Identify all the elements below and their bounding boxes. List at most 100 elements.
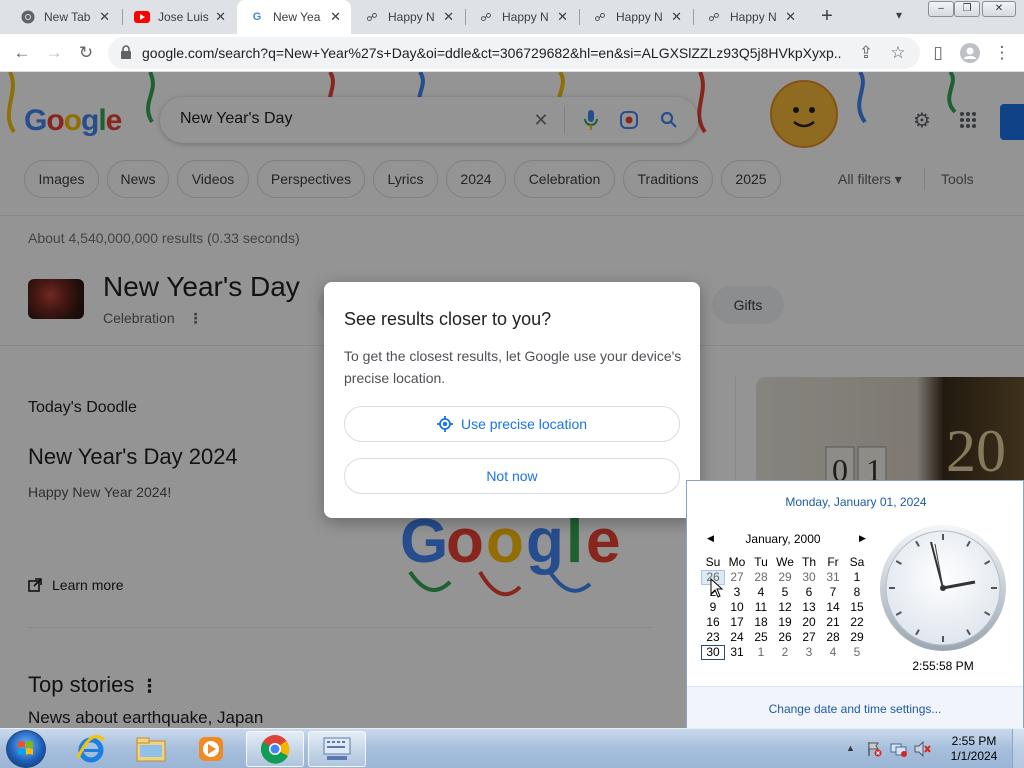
- forward-arrow-icon[interactable]: →: [42, 41, 66, 65]
- digital-clock-time: 2:55:58 PM: [912, 659, 974, 673]
- calendar-day[interactable]: 25: [749, 630, 773, 645]
- calendar-day[interactable]: 27: [797, 630, 821, 645]
- weekday-label: Fr: [827, 555, 839, 569]
- tab-happy-3[interactable]: ☍ Happy N ✕: [580, 0, 692, 34]
- close-tab-icon[interactable]: ✕: [443, 9, 454, 25]
- share-icon[interactable]: ⇪: [854, 41, 878, 65]
- calendar-day[interactable]: 3: [797, 645, 821, 660]
- calendar-day[interactable]: 28: [821, 630, 845, 645]
- weekday-label: Th: [801, 555, 816, 569]
- calendar-day[interactable]: 20: [797, 615, 821, 630]
- calendar-day[interactable]: 8: [845, 585, 869, 600]
- tab-search-chevron-icon[interactable]: ▾: [896, 8, 902, 22]
- calendar-day[interactable]: 10: [725, 600, 749, 615]
- tab-youtube[interactable]: Jose Luis ✕: [122, 0, 236, 34]
- change-date-time-settings-link[interactable]: Change date and time settings...: [687, 702, 1023, 716]
- tab-happy-1[interactable]: ☍ Happy N ✕: [352, 0, 464, 34]
- calendar-day[interactable]: 23: [701, 630, 725, 645]
- minimize-button[interactable]: –: [928, 1, 954, 17]
- calendar-day[interactable]: 5: [773, 585, 797, 600]
- close-tab-icon[interactable]: ✕: [671, 9, 682, 25]
- calendar-day[interactable]: 9: [701, 600, 725, 615]
- calendar-day[interactable]: 31: [821, 570, 845, 585]
- calendar-day[interactable]: 6: [797, 585, 821, 600]
- calendar-day[interactable]: 2: [773, 645, 797, 660]
- calendar-day[interactable]: 4: [749, 585, 773, 600]
- dialog-body: To get the closest results, let Google u…: [344, 348, 682, 386]
- action-center-flag-icon[interactable]: [866, 741, 882, 760]
- site-icon: ☍: [366, 11, 378, 24]
- long-date-link[interactable]: Monday, January 01, 2024: [687, 495, 1024, 509]
- tab-new-tab[interactable]: New Tab ✕: [8, 0, 120, 34]
- tab-google-search[interactable]: G New Year ✕: [237, 0, 351, 34]
- restore-button[interactable]: ❐: [954, 1, 980, 17]
- keyboard-app-taskbar-icon[interactable]: [308, 731, 366, 767]
- close-window-button[interactable]: ✕: [982, 1, 1016, 17]
- menu-kebab-icon[interactable]: ⋮: [990, 41, 1014, 65]
- date-time-flyout: Monday, January 01, 2024 ◀ January, 2000…: [686, 480, 1024, 728]
- side-panel-icon[interactable]: ▯: [926, 41, 950, 65]
- next-month-arrow-icon[interactable]: ▶: [859, 533, 866, 544]
- show-desktop-button[interactable]: [1012, 729, 1024, 768]
- calendar-week-row: 30 31 1 2 3 4 5: [701, 645, 871, 660]
- calendar-day[interactable]: 17: [725, 615, 749, 630]
- calendar-day[interactable]: 16: [701, 615, 725, 630]
- close-tab-icon[interactable]: ✕: [557, 9, 568, 25]
- close-tab-icon[interactable]: ✕: [330, 9, 341, 25]
- site-icon: ☍: [480, 11, 492, 24]
- calendar-day[interactable]: 30: [797, 570, 821, 585]
- tab-happy-4[interactable]: ☍ Happy N ✕: [694, 0, 806, 34]
- calendar-day[interactable]: 11: [749, 600, 773, 615]
- bookmark-star-icon[interactable]: ☆: [886, 41, 910, 65]
- location-permission-dialog: See results closer to you? To get the cl…: [324, 282, 700, 518]
- browser-toolbar: ← → ↻ google.com/search?q=New+Year%27s+D…: [0, 34, 1024, 72]
- calendar-day[interactable]: 13: [797, 600, 821, 615]
- file-explorer-taskbar-icon[interactable]: [122, 731, 180, 767]
- calendar-day[interactable]: 27: [725, 570, 749, 585]
- calendar-day[interactable]: 4: [821, 645, 845, 660]
- calendar-month-label[interactable]: January, 2000: [701, 532, 865, 546]
- new-tab-button[interactable]: +: [816, 5, 838, 29]
- calendar-day[interactable]: 14: [821, 600, 845, 615]
- media-player-taskbar-icon[interactable]: [182, 731, 240, 767]
- calendar-day[interactable]: 29: [845, 630, 869, 645]
- use-precise-location-button[interactable]: Use precise location: [344, 406, 680, 442]
- address-bar[interactable]: google.com/search?q=New+Year%27s+Day&oi=…: [108, 37, 920, 69]
- calendar-day[interactable]: 7: [821, 585, 845, 600]
- profile-avatar-icon[interactable]: [958, 41, 982, 65]
- taskbar-clock[interactable]: 2:55 PM 1/1/2024: [944, 734, 1004, 764]
- network-icon[interactable]: [890, 741, 908, 760]
- reload-icon[interactable]: ↻: [74, 41, 98, 65]
- close-tab-icon[interactable]: ✕: [215, 9, 226, 25]
- calendar-day[interactable]: 30: [701, 645, 725, 660]
- not-now-button[interactable]: Not now: [344, 458, 680, 494]
- back-arrow-icon[interactable]: ←: [10, 41, 34, 65]
- dialog-title: See results closer to you?: [344, 309, 552, 329]
- calendar-day[interactable]: 5: [845, 645, 869, 660]
- calendar-day[interactable]: 29: [773, 570, 797, 585]
- calendar-day[interactable]: 31: [725, 645, 749, 660]
- calendar-day[interactable]: 3: [725, 585, 749, 600]
- close-tab-icon[interactable]: ✕: [785, 9, 796, 25]
- start-button[interactable]: [6, 730, 46, 768]
- internet-explorer-taskbar-icon[interactable]: [62, 731, 120, 767]
- calendar-week-row: 9 10 11 12 13 14 15: [701, 600, 871, 615]
- calendar-day[interactable]: 21: [821, 615, 845, 630]
- calendar-day[interactable]: 12: [773, 600, 797, 615]
- calendar-day[interactable]: 18: [749, 615, 773, 630]
- calendar-day[interactable]: 26: [773, 630, 797, 645]
- calendar-day[interactable]: 15: [845, 600, 869, 615]
- close-tab-icon[interactable]: ✕: [99, 9, 110, 25]
- url-text: google.com/search?q=New+Year%27s+Day&oi=…: [142, 45, 842, 61]
- calendar-day[interactable]: 22: [845, 615, 869, 630]
- calendar-day[interactable]: 19: [773, 615, 797, 630]
- calendar-week-row: 2345678: [701, 585, 871, 600]
- calendar-day[interactable]: 1: [845, 570, 869, 585]
- tab-happy-2[interactable]: ☍ Happy N ✕: [466, 0, 578, 34]
- show-hidden-icons-arrow-icon[interactable]: ▲: [846, 743, 855, 753]
- calendar-day[interactable]: 28: [749, 570, 773, 585]
- chrome-taskbar-icon[interactable]: [246, 731, 304, 767]
- calendar-day[interactable]: 24: [725, 630, 749, 645]
- volume-muted-icon[interactable]: [914, 740, 932, 760]
- calendar-day[interactable]: 1: [749, 645, 773, 660]
